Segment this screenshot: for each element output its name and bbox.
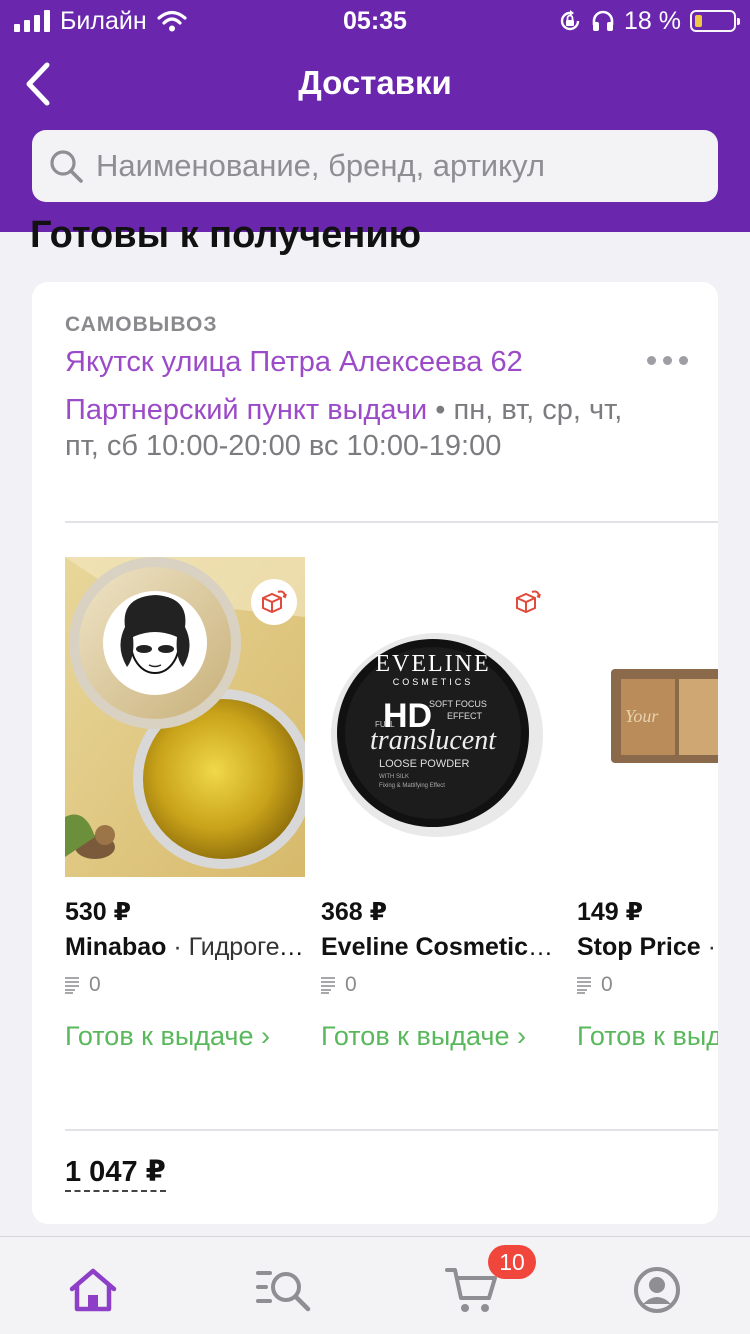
- search-icon: [50, 150, 83, 183]
- product-image[interactable]: Your: [577, 557, 718, 877]
- product-brand: Minabao: [65, 933, 167, 961]
- search-bar[interactable]: [32, 130, 718, 202]
- reviews-icon: [65, 977, 79, 994]
- product-brand: Eveline Cosmetics: [321, 933, 542, 961]
- tab-catalog[interactable]: [256, 1265, 312, 1315]
- product-name[interactable]: Stop Price · Хайлайтер: [577, 933, 718, 962]
- product-price: 149 ₽: [577, 898, 644, 926]
- product-reviews: 0: [65, 973, 101, 997]
- more-options-icon[interactable]: [647, 356, 688, 365]
- product-item[interactable]: 530 ₽ Minabao · Гидрогелевые патчи 0 Гот…: [65, 557, 305, 1051]
- bottom-tab-bar: 10: [0, 1236, 750, 1334]
- section-title: Готовы к получению: [30, 214, 422, 256]
- pickup-address[interactable]: Якутск улица Петра Алексеева 62: [65, 346, 523, 379]
- reviews-icon: [577, 977, 591, 994]
- reviews-count: 0: [89, 973, 101, 996]
- orientation-lock-icon: [560, 10, 580, 31]
- svg-text:COSMETICS: COSMETICS: [393, 677, 474, 687]
- product-price: 368 ₽: [321, 898, 388, 926]
- home-icon: [69, 1268, 117, 1312]
- product-image[interactable]: [65, 557, 305, 877]
- catalog-search-icon: [256, 1271, 311, 1312]
- product-reviews: 0: [577, 973, 613, 997]
- battery-icon: [690, 10, 740, 32]
- divider: [65, 1129, 718, 1131]
- return-box-icon: [251, 579, 297, 625]
- product-status-link[interactable]: Готов к выдаче ›: [577, 1021, 718, 1052]
- svg-text:translucent: translucent: [370, 725, 497, 756]
- product-status-link[interactable]: Готов к выдаче ›: [65, 1021, 270, 1052]
- product-brand: Stop Price: [577, 933, 701, 961]
- headphones-icon: [592, 10, 614, 31]
- svg-text:SOFT FOCUS: SOFT FOCUS: [429, 699, 487, 709]
- divider: [65, 521, 718, 523]
- svg-text:EFFECT: EFFECT: [447, 711, 483, 721]
- pickup-label: САМОВЫВОЗ: [65, 313, 218, 336]
- svg-text:LOOSE POWDER: LOOSE POWDER: [379, 758, 470, 770]
- product-item[interactable]: Your 149 ₽ Stop Price · Хайлайтер 0 Гото…: [577, 557, 718, 1051]
- tab-profile[interactable]: [632, 1265, 682, 1315]
- product-name[interactable]: Eveline Cosmetics · Пудра: [321, 933, 561, 962]
- battery-percent: 18 %: [624, 6, 681, 35]
- svg-text:WITH SILK: WITH SILK: [379, 774, 409, 780]
- product-item[interactable]: EVELINE COSMETICS FULL HD SOFT FOCUS EFF…: [321, 557, 561, 1051]
- pickup-description: Партнерский пункт выдачи • пн, вт, ср, ч…: [65, 392, 625, 464]
- separator: •: [427, 394, 454, 426]
- return-box-icon: [505, 579, 551, 625]
- svg-text:EVELINE: EVELINE: [375, 651, 490, 677]
- profile-icon: [634, 1267, 680, 1313]
- product-category: · Гидрогелевые патчи: [173, 933, 305, 961]
- cart-count-badge: 10: [488, 1245, 536, 1279]
- reviews-icon: [321, 977, 335, 994]
- status-bar: Билайн 05:35 18 %: [0, 0, 750, 42]
- delivery-card: САМОВЫВОЗ Якутск улица Петра Алексеева 6…: [32, 282, 718, 1224]
- app-header: Билайн 05:35 18 % Доставки Наименование,…: [0, 0, 750, 232]
- product-price: 530 ₽: [65, 898, 132, 926]
- product-image[interactable]: EVELINE COSMETICS FULL HD SOFT FOCUS EFF…: [321, 557, 561, 877]
- page-title: Доставки: [298, 64, 452, 101]
- cart-icon: [445, 1268, 497, 1312]
- svg-text:Fixing & Mattifying Effect: Fixing & Mattifying Effect: [379, 783, 445, 789]
- product-name[interactable]: Minabao · Гидрогелевые патчи: [65, 933, 305, 962]
- product-status-link[interactable]: Готов к выдаче ›: [321, 1021, 526, 1052]
- product-category: · Хайлайтер: [707, 933, 718, 961]
- tab-home[interactable]: [68, 1265, 118, 1315]
- order-total[interactable]: 1 047 ₽: [65, 1156, 166, 1192]
- products-carousel[interactable]: 530 ₽ Minabao · Гидрогелевые патчи 0 Гот…: [65, 557, 718, 1077]
- reviews-count: 0: [345, 973, 357, 996]
- reviews-count: 0: [601, 973, 613, 996]
- product-reviews: 0: [321, 973, 357, 997]
- pickup-type: Партнерский пункт выдачи: [65, 394, 428, 426]
- search-input[interactable]: [96, 148, 696, 184]
- svg-text:Your: Your: [625, 706, 659, 726]
